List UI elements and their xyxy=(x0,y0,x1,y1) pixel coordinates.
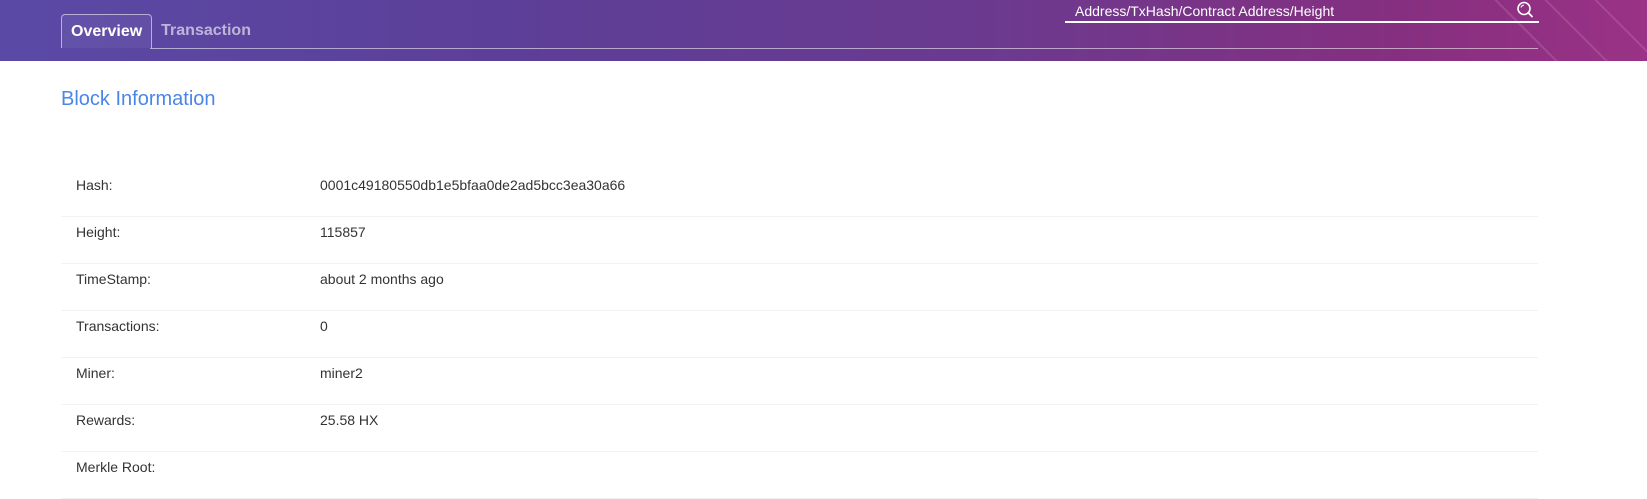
search-bar xyxy=(1065,0,1539,23)
search-input[interactable] xyxy=(1065,0,1505,21)
tabs-underline xyxy=(150,48,1538,49)
miner-value: miner2 xyxy=(320,365,363,381)
info-row-hash: Hash: 0001c49180550db1e5bfaa0de2ad5bcc3e… xyxy=(61,170,1538,217)
merkle-root-label: Merkle Root: xyxy=(76,459,156,475)
info-row-rewards: Rewards: 25.58 HX xyxy=(61,405,1538,452)
info-row-height: Height: 115857 xyxy=(61,217,1538,264)
info-row-miner: Miner: miner2 xyxy=(61,358,1538,405)
top-header: Overview Transaction xyxy=(0,0,1647,61)
tab-transaction[interactable]: Transaction xyxy=(152,14,260,48)
search-icon[interactable] xyxy=(1515,0,1535,20)
block-info-table: Hash: 0001c49180550db1e5bfaa0de2ad5bcc3e… xyxy=(61,170,1538,499)
hash-label: Hash: xyxy=(76,177,113,193)
timestamp-value: about 2 months ago xyxy=(320,271,444,287)
info-row-merkle-root: Merkle Root: xyxy=(61,452,1538,499)
timestamp-label: TimeStamp: xyxy=(76,271,151,287)
rewards-value: 25.58 HX xyxy=(320,412,379,428)
transactions-label: Transactions: xyxy=(76,318,160,334)
transactions-value: 0 xyxy=(320,318,328,334)
section-title: Block Information xyxy=(61,88,216,110)
miner-label: Miner: xyxy=(76,365,115,381)
info-row-timestamp: TimeStamp: about 2 months ago xyxy=(61,264,1538,311)
rewards-label: Rewards: xyxy=(76,412,136,428)
height-value: 115857 xyxy=(320,224,366,240)
tab-overview[interactable]: Overview xyxy=(61,14,153,48)
hash-value: 0001c49180550db1e5bfaa0de2ad5bcc3ea30a66 xyxy=(320,177,626,193)
info-row-transactions: Transactions: 0 xyxy=(61,311,1538,358)
nav-tabs: Overview Transaction xyxy=(61,14,260,49)
height-label: Height: xyxy=(76,224,121,240)
